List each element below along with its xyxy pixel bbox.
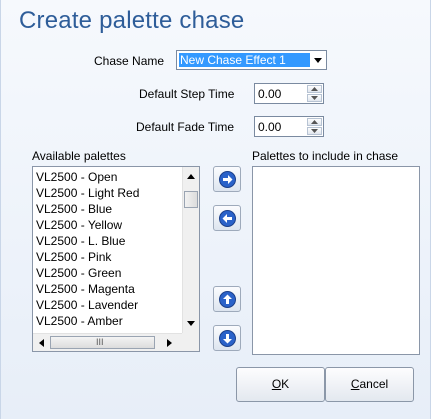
list-item[interactable]: VL2500 - Lavender: [36, 297, 176, 313]
ok-label-rest: K: [281, 377, 290, 391]
spin-up-button[interactable]: [307, 85, 322, 93]
arrow-up-icon: [219, 291, 236, 308]
dropdown-arrow-icon[interactable]: [313, 55, 323, 65]
scroll-grip: III: [96, 337, 104, 347]
remove-from-chase-button[interactable]: [213, 205, 241, 231]
cancel-label-rest: ancel: [359, 377, 389, 391]
spin-up-icon: [311, 120, 318, 124]
fade-time-field[interactable]: 0.00: [254, 116, 324, 137]
fade-time-label: Default Fade Time: [136, 120, 235, 134]
add-to-chase-button[interactable]: [213, 166, 241, 192]
spin-down-button[interactable]: [307, 127, 322, 135]
spin-down-icon: [311, 96, 318, 100]
scroll-up-icon[interactable]: [187, 174, 195, 179]
scroll-right-icon[interactable]: [167, 339, 172, 347]
scroll-left-icon[interactable]: [39, 339, 44, 347]
dialog-title: Create palette chase: [19, 7, 245, 34]
list-item[interactable]: VL2500 - Blue: [36, 201, 176, 217]
arrow-down-icon: [219, 330, 236, 347]
available-palettes-list[interactable]: VL2500 - Open VL2500 - Light Red VL2500 …: [32, 166, 200, 352]
list-item[interactable]: VL2500 - Light Red: [36, 185, 176, 201]
fade-time-value[interactable]: 0.00: [258, 120, 281, 134]
arrow-right-icon: [219, 171, 236, 188]
spin-down-button[interactable]: [307, 94, 322, 102]
vertical-scroll-thumb[interactable]: [184, 191, 198, 208]
scrollbar-corner: [182, 333, 199, 351]
fade-time-spinner[interactable]: [307, 118, 322, 135]
available-palettes-label: Available palettes: [32, 149, 126, 163]
step-time-field[interactable]: 0.00: [254, 83, 324, 104]
list-item[interactable]: VL2500 - Magenta: [36, 281, 176, 297]
chase-name-combobox[interactable]: New Chase Effect 1: [176, 50, 327, 70]
spin-down-icon: [311, 129, 318, 133]
list-item[interactable]: VL2500 - Pink: [36, 249, 176, 265]
vertical-scrollbar[interactable]: [182, 167, 199, 333]
spin-up-icon: [311, 87, 318, 91]
palettes-to-include-label: Palettes to include in chase: [252, 149, 399, 163]
arrow-left-icon: [219, 210, 236, 227]
create-palette-chase-dialog: Create palette chase Chase Name New Chas…: [0, 0, 431, 419]
available-palettes-items: VL2500 - Open VL2500 - Light Red VL2500 …: [36, 169, 176, 329]
ok-mnemonic: O: [271, 377, 282, 391]
ok-button[interactable]: OK: [236, 367, 325, 402]
horizontal-scroll-thumb[interactable]: III: [50, 336, 155, 349]
list-item[interactable]: VL2500 - Green: [36, 265, 176, 281]
palettes-to-include-list[interactable]: [252, 166, 420, 355]
list-item[interactable]: VL2500 - Open: [36, 169, 176, 185]
chase-name-value[interactable]: New Chase Effect 1: [179, 53, 310, 67]
move-down-button[interactable]: [213, 325, 241, 351]
step-time-label: Default Step Time: [139, 87, 235, 101]
spin-up-button[interactable]: [307, 118, 322, 126]
chase-name-label: Chase Name: [94, 54, 165, 68]
scroll-down-icon[interactable]: [187, 321, 195, 326]
step-time-value[interactable]: 0.00: [258, 87, 281, 101]
list-item[interactable]: VL2500 - L. Blue: [36, 233, 176, 249]
cancel-button[interactable]: Cancel: [325, 367, 414, 402]
move-up-button[interactable]: [213, 286, 241, 312]
horizontal-scrollbar[interactable]: III: [33, 333, 183, 351]
list-item[interactable]: VL2500 - Yellow: [36, 217, 176, 233]
list-item[interactable]: VL2500 - Amber: [36, 313, 176, 329]
step-time-spinner[interactable]: [307, 85, 322, 102]
